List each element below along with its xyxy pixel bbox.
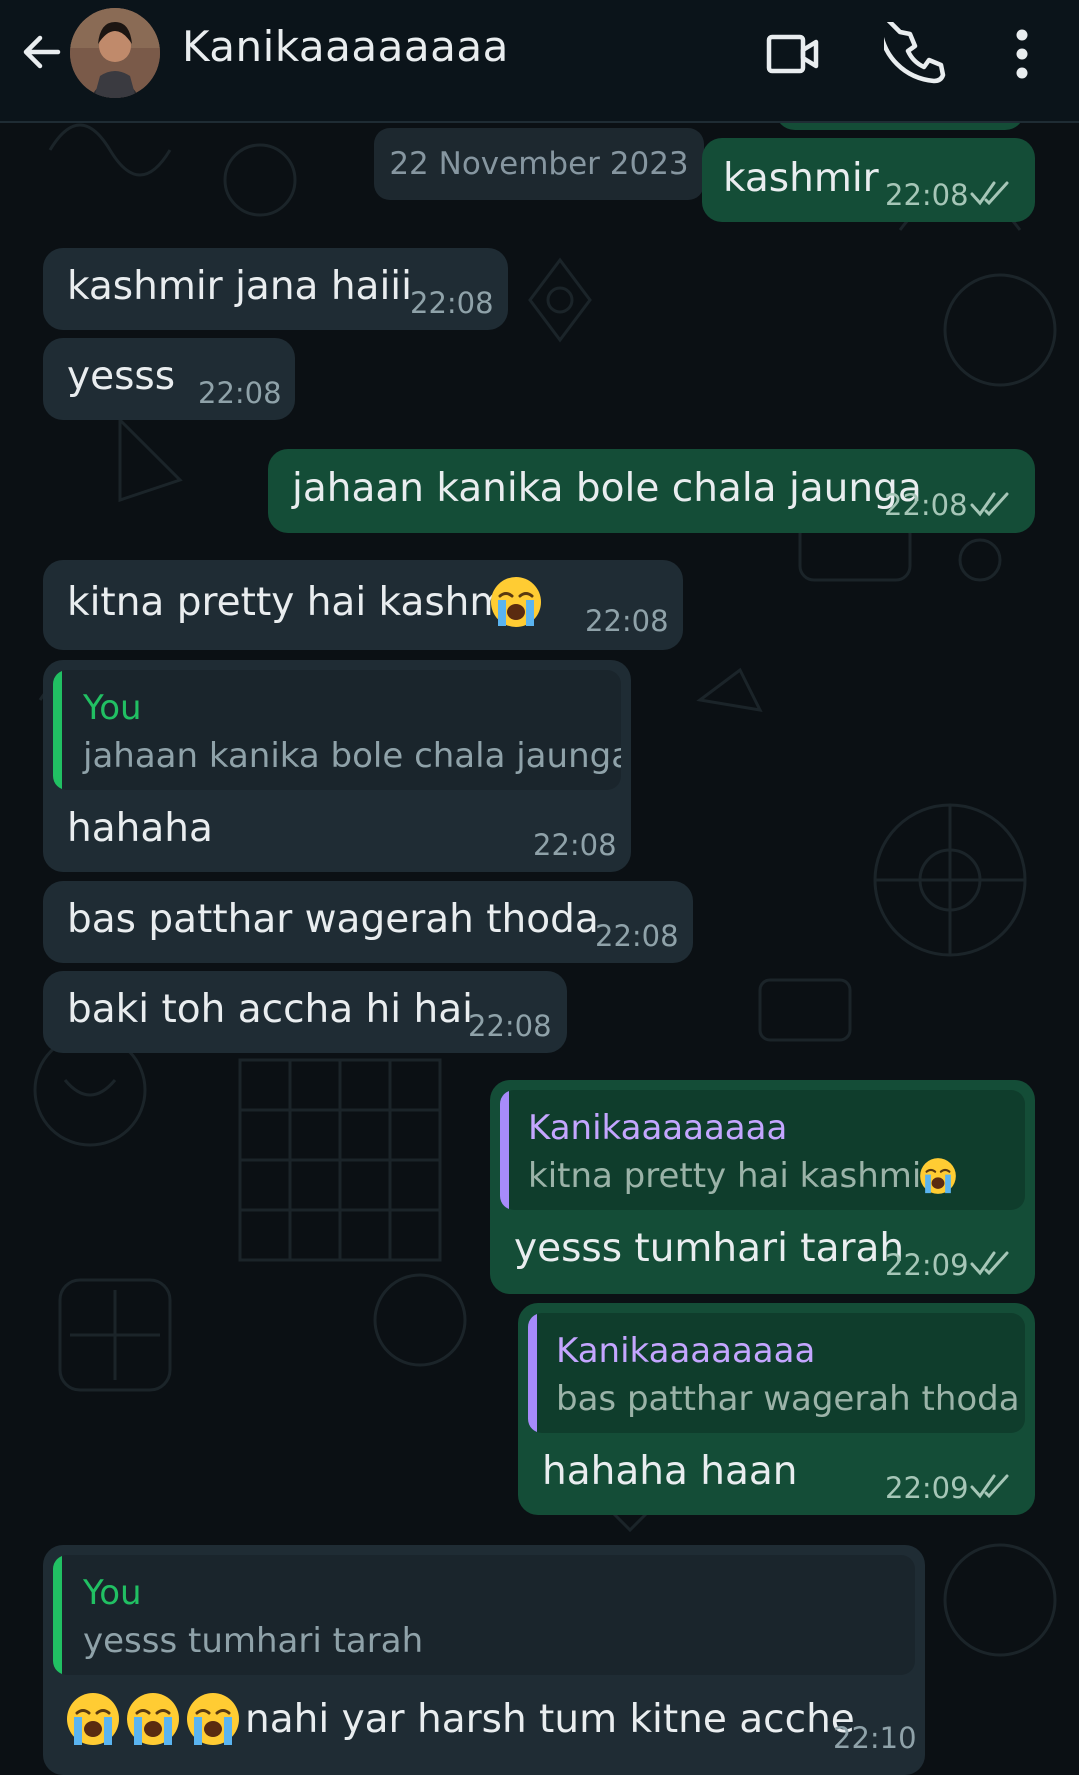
quote-author: Kanikaaaaaaaa [528,1108,788,1148]
message-bubble-incoming[interactable]: baki toh accha hi hai 22:08 [43,971,567,1053]
quote-author: Kanikaaaaaaaa [556,1331,816,1371]
quoted-message[interactable]: You jahaan kanika bole chala jaunga [53,670,621,790]
message-time: 22:08 [468,1009,552,1043]
message-text: hahaha haan [542,1449,798,1494]
quote-text: bas patthar wagerah thoda [556,1379,1020,1419]
message-time: 22:08 [885,178,969,212]
message-text: nahi yar harsh tum kitne acche [245,1697,855,1742]
quote-bar [528,1313,537,1433]
contact-name[interactable]: Kanikaaaaaaaa [182,22,509,71]
message-bubble-outgoing[interactable]: kashmir 22:08 [702,138,1035,222]
message-bubble-outgoing-reply[interactable]: Kanikaaaaaaaa bas patthar wagerah thoda … [518,1303,1035,1515]
message-bubble-incoming-reply[interactable]: You jahaan kanika bole chala jaunga haha… [43,660,631,872]
message-time: 22:09 [885,1248,969,1282]
loudly-crying-face-emoji [491,577,541,627]
quote-author: You [83,688,142,728]
message-time: 22:08 [533,828,617,862]
read-ticks-icon [970,492,1009,517]
quote-bar [53,1555,62,1675]
message-text: hahaha [67,806,213,851]
quote-text: jahaan kanika bole chala jaunga [83,736,621,776]
message-time: 22:08 [410,286,494,320]
message-bubble-incoming[interactable]: kitna pretty hai kashmir 22:08 [43,560,683,650]
video-call-icon[interactable] [760,22,824,86]
quote-text: kitna pretty hai kashmir [528,1156,936,1196]
quote-author: You [83,1573,142,1613]
message-list: 22 November 2023 kashmir 22:08 kashmir j… [0,0,1079,1775]
date-separator: 22 November 2023 [374,128,704,200]
message-bubble-outgoing[interactable]: jahaan kanika bole chala jaunga 22:08 [268,449,1035,533]
quote-bar [53,670,62,790]
message-bubble-incoming[interactable]: bas patthar wagerah thoda 22:08 [43,881,693,963]
message-bubble-incoming-reply[interactable]: You yesss tumhari tarah nahi yar harsh t… [43,1545,925,1775]
chat-header: Kanikaaaaaaaa [0,0,1079,123]
quote-bar [500,1090,509,1210]
phone-icon[interactable] [884,22,948,86]
message-time: 22:08 [585,604,669,638]
more-options-icon[interactable] [990,22,1054,86]
message-time: 22:08 [595,919,679,953]
message-bubble-outgoing-reply[interactable]: Kanikaaaaaaaa kitna pretty hai kashmir y… [490,1080,1035,1294]
quoted-message[interactable]: You yesss tumhari tarah [53,1555,915,1675]
read-ticks-icon [970,1474,1009,1499]
message-time: 22:08 [884,488,968,522]
message-time: 22:08 [198,376,282,410]
message-text: kashmir jana haiii [67,264,412,309]
message-text: yesss tumhari tarah [514,1226,905,1271]
avatar[interactable] [70,8,160,98]
quote-text: yesss tumhari tarah [83,1621,424,1661]
back-arrow-icon[interactable] [14,24,70,80]
message-time: 22:10 [833,1721,917,1755]
quoted-message[interactable]: Kanikaaaaaaaa bas patthar wagerah thoda [528,1313,1025,1433]
message-text: baki toh accha hi hai [67,987,473,1032]
message-text: kashmir [723,156,879,201]
message-bubble-incoming[interactable]: kashmir jana haiii 22:08 [43,248,508,330]
message-text: kitna pretty hai kashmir [67,580,535,625]
read-ticks-icon [970,1251,1009,1276]
message-text: bas patthar wagerah thoda [67,897,599,942]
loudly-crying-face-emoji [67,1693,239,1745]
loudly-crying-face-emoji [920,1158,956,1194]
message-bubble-incoming[interactable]: yesss 22:08 [43,338,295,420]
read-ticks-icon [970,181,1009,206]
message-text: yesss [67,354,176,399]
message-text: jahaan kanika bole chala jaunga [292,466,922,511]
message-time: 22:09 [885,1471,969,1505]
quoted-message[interactable]: Kanikaaaaaaaa kitna pretty hai kashmir [500,1090,1025,1210]
